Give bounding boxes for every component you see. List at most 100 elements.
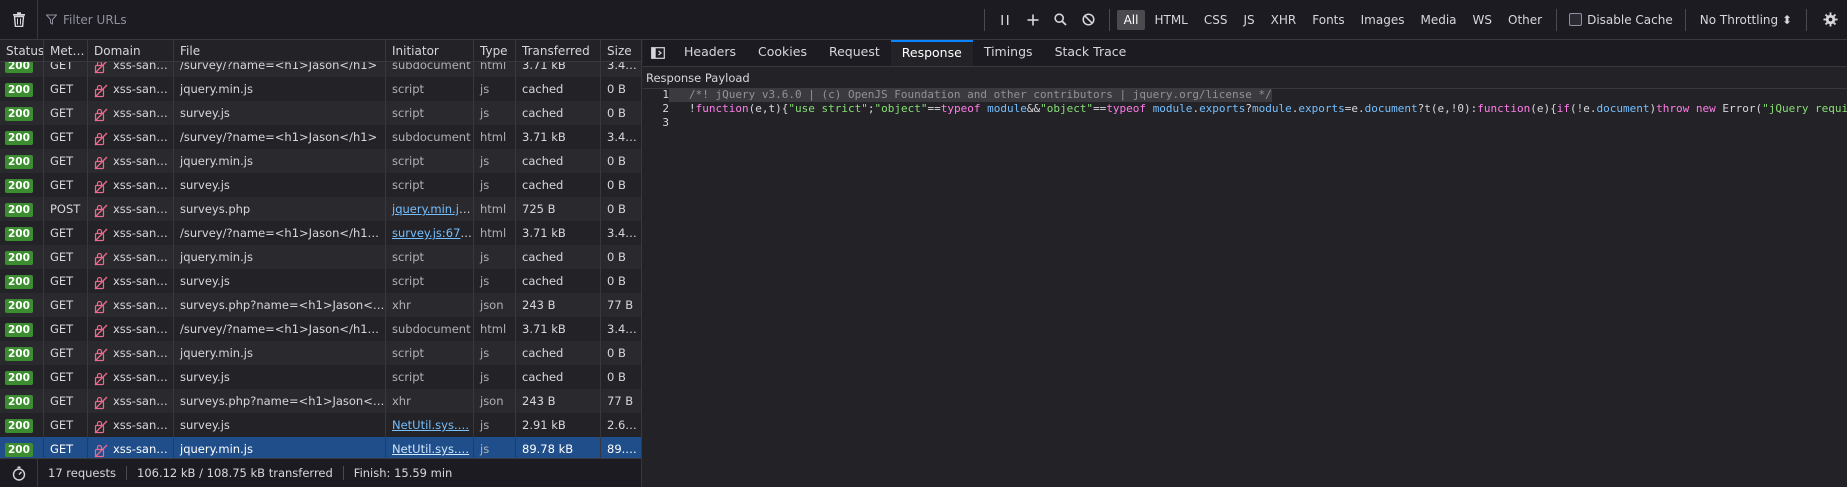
filter-fonts-button[interactable]: Fonts [1305,10,1351,30]
filter-xhr-button[interactable]: XHR [1264,10,1304,30]
block-requests-button[interactable] [1075,0,1103,40]
file-cell: survey.js [174,413,386,437]
domain-cell: xss-sand… [88,293,174,317]
code-text: /*! jQuery v3.6.0 | (c) OpenJS Foundatio… [669,88,1272,102]
column-file[interactable]: File [174,40,386,62]
filter-js-button[interactable]: JS [1237,10,1262,30]
size-cell: 0 B [607,178,626,192]
column-domain[interactable]: Domain [88,40,174,62]
disable-cache-toggle[interactable]: Disable Cache [1563,13,1679,27]
file-cell: jquery.min.js [174,77,386,101]
line-number: 2 [662,102,669,115]
filter-other-button[interactable]: Other [1501,10,1549,30]
table-row[interactable]: 200 GET xss-sand… jquery.min.js script js cach… [0,245,641,269]
table-row[interactable]: 200 GET xss-sand… surveys.php?name=<h1>Jaso… [0,293,641,317]
column-initiator[interactable]: Initiator [386,40,474,62]
table-row[interactable]: 200 GET xss-sand…/survey/?name=<h1>Jason</… [0,125,641,149]
status-cell: 200 [0,245,44,269]
initiator-cell[interactable]: NetUtil.sys.… [386,413,474,437]
response-payload-header[interactable]: Response Payload [643,67,1847,89]
domain-cell: xss-sand… [88,437,174,458]
initiator-link[interactable]: NetUtil.sys.… [392,442,469,456]
column-size[interactable]: Size [601,40,641,62]
type-cell: html [474,221,516,245]
code-line: 2 !function(e,t){"use strict";"object"==… [643,102,1847,116]
tab-response[interactable]: Response [890,40,973,66]
table-row[interactable]: 200 POST xss-sand… surveys.php jquery.min.js… [0,197,641,221]
request-table-header: Status Met… Domain File Initiator Type T… [0,40,641,62]
insecure-lock-icon [94,202,108,218]
initiator-cell: xhr [386,293,474,317]
insecure-lock-icon [94,226,108,242]
toggle-sidebar-button[interactable] [643,40,673,66]
transferred-cell: cached [516,149,601,173]
filter-html-button[interactable]: HTML [1147,10,1194,30]
initiator-text: xhr [392,298,411,312]
table-row[interactable]: 200 GET xss-sand… jquery.min.js script js cach… [0,149,641,173]
tab-headers[interactable]: Headers [673,40,747,66]
table-row[interactable]: 200 GET xss-sand… jquery.min.js script js cach… [0,77,641,101]
filter-css-button[interactable]: CSS [1197,10,1235,30]
table-row[interactable]: 200 GET xss-sand… survey.js script js cached 0 … [0,365,641,389]
initiator-text: subdocument [392,322,471,336]
initiator-cell[interactable]: NetUtil.sys.… [386,437,474,458]
method-cell: GET [44,269,88,293]
search-button[interactable] [1047,0,1075,40]
initiator-link[interactable]: jquery.min.js:… [392,202,473,216]
table-row[interactable]: 200 GET xss-sand… survey.js script js cached 0 … [0,269,641,293]
table-row[interactable]: 200 GET xss-sand…/survey/?name=<h1>Jason</… [0,221,641,245]
performance-analysis-button[interactable] [0,458,38,487]
column-method[interactable]: Met… [44,40,88,62]
type-cell: js [474,269,516,293]
insecure-lock-icon [94,274,108,290]
filter-urls-input[interactable]: Filter URLs [38,0,978,40]
throttling-select[interactable]: No Throttling ⬍ [1692,13,1800,27]
domain-text: xss-sand… [113,202,173,216]
add-request-button[interactable] [1019,0,1047,40]
tab-timings[interactable]: Timings [973,40,1044,66]
type-cell: html [474,197,516,221]
table-row[interactable]: 200 GET xss-sand… jquery.min.js script js cach… [0,341,641,365]
tab-request[interactable]: Request [818,40,891,66]
response-code-viewer[interactable]: 1 /*! jQuery v3.6.0 | (c) OpenJS Foundat… [643,88,1847,130]
initiator-cell[interactable]: jquery.min.js:… [386,197,474,221]
initiator-cell: subdocument [386,125,474,149]
transferred-cell: 243 B [516,389,601,413]
initiator-link[interactable]: survey.js:67 (… [392,226,473,240]
domain-text: xss-sand… [113,130,173,144]
type-cell: js [474,413,516,437]
table-row[interactable]: 200 GET xss-sand… surveys.php?name=<h1>Jaso… [0,389,641,413]
column-transferred[interactable]: Transferred [516,40,601,62]
type-cell: json [474,389,516,413]
table-row[interactable]: 200 GET xss-sand…/survey/?name=<h1>Jason</… [0,317,641,341]
initiator-link[interactable]: NetUtil.sys.… [392,418,469,432]
tab-cookies[interactable]: Cookies [747,40,818,66]
table-row[interactable]: 200 GET xss-sand… jquery.min.js NetUtil.sys.… [0,437,641,458]
network-status-bar: 17 requests 106.12 kB / 108.75 kB transf… [0,458,642,487]
table-row[interactable]: 200 GET xss-sand… survey.js script js cached 0 … [0,173,641,197]
trash-icon [12,12,25,27]
pause-button[interactable] [991,0,1019,40]
initiator-cell[interactable]: survey.js:67 (… [386,221,474,245]
tab-stack-trace[interactable]: Stack Trace [1044,40,1138,66]
request-details-panel: Headers Cookies Request Response Timings… [643,40,1847,487]
type-cell: js [474,77,516,101]
column-type[interactable]: Type [474,40,516,62]
filter-images-button[interactable]: Images [1354,10,1412,30]
domain-cell: xss-sand… [88,341,174,365]
table-row[interactable]: 200 GET xss-sand… survey.js script js cached 0 … [0,101,641,125]
column-status[interactable]: Status [0,40,44,62]
method-cell: GET [44,245,88,269]
insecure-lock-icon [94,418,108,434]
transferred-cell: 3.71 kB [516,317,601,341]
filter-all-button[interactable]: All [1116,9,1146,30]
transferred-cell: 3.71 kB [516,221,601,245]
toolbar-divider [1556,8,1558,31]
filter-ws-button[interactable]: WS [1466,10,1499,30]
clear-requests-button[interactable] [0,0,38,40]
filter-media-button[interactable]: Media [1413,10,1463,30]
disable-cache-checkbox[interactable] [1569,13,1583,26]
settings-button[interactable] [1813,0,1847,40]
table-row[interactable]: 200 GET xss-sand… survey.js NetUtil.sys.… js 2… [0,413,641,437]
method-cell: GET [44,413,88,437]
